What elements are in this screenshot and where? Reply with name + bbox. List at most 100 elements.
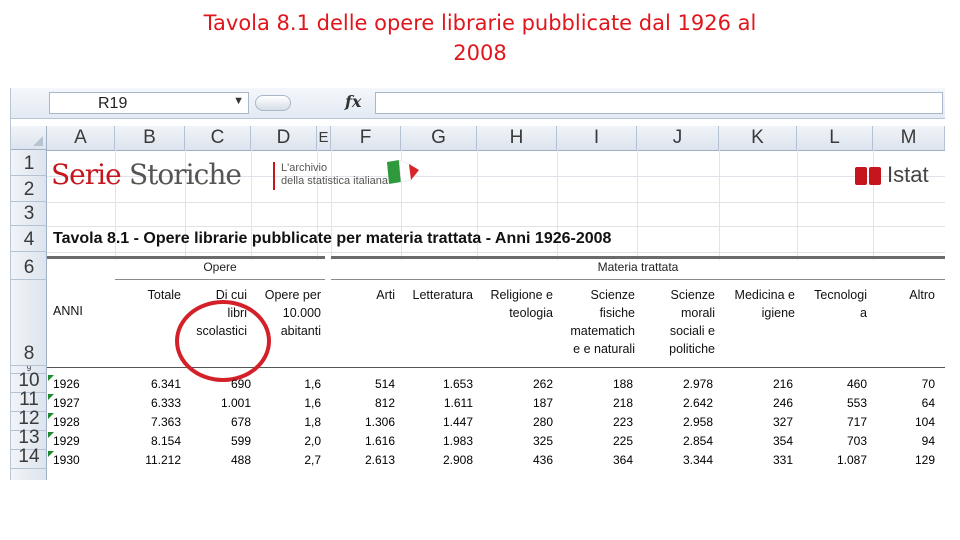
cell-totale[interactable]: 11.212 xyxy=(115,451,181,469)
cell-totale[interactable]: 6.341 xyxy=(115,375,181,393)
cell-scolastici[interactable]: 678 xyxy=(185,413,251,431)
logo-subtitle-line1: L'archivio xyxy=(281,162,328,174)
formula-input[interactable] xyxy=(375,92,943,114)
cell-per-abitanti[interactable]: 2,7 xyxy=(251,451,321,469)
column-header-k[interactable]: K xyxy=(719,126,797,150)
column-header-j[interactable]: J xyxy=(637,126,719,150)
cell-year[interactable]: 1928 xyxy=(53,413,80,431)
cell-per-abitanti[interactable]: 1,6 xyxy=(251,375,321,393)
row-header-14[interactable]: 14 xyxy=(11,446,47,469)
cell-tecnologia[interactable]: 460 xyxy=(797,375,867,393)
cell-scolastici[interactable]: 599 xyxy=(185,432,251,450)
column-header-c[interactable]: C xyxy=(185,126,251,150)
cell-year[interactable]: 1926 xyxy=(53,375,80,393)
cell-per-abitanti[interactable]: 1,8 xyxy=(251,413,321,431)
logo-subtitle: L'archivio della statistica italiana xyxy=(281,162,388,188)
column-header-e[interactable]: E xyxy=(317,126,331,150)
cell-religione[interactable]: 187 xyxy=(477,394,553,412)
cell-tecnologia[interactable]: 717 xyxy=(797,413,867,431)
materia-group-label: Materia trattata xyxy=(597,260,679,274)
cell-scolastici[interactable]: 1.001 xyxy=(185,394,251,412)
cell-medicina[interactable]: 327 xyxy=(719,413,793,431)
cell-fisiche[interactable]: 188 xyxy=(557,375,633,393)
row-header-8[interactable]: 8 xyxy=(11,280,47,366)
cell-religione[interactable]: 436 xyxy=(477,451,553,469)
cell-medicina[interactable]: 246 xyxy=(719,394,793,412)
cell-tecnologia[interactable]: 703 xyxy=(797,432,867,450)
header-religione: Religione e teologia xyxy=(490,288,553,320)
cell-per-abitanti[interactable]: 1,6 xyxy=(251,394,321,412)
cell-religione[interactable]: 280 xyxy=(477,413,553,431)
logo-serie-text: Serie xyxy=(51,158,122,191)
cell-medicina[interactable]: 354 xyxy=(719,432,793,450)
cell-letteratura[interactable]: 1.447 xyxy=(401,413,473,431)
select-all-corner[interactable] xyxy=(11,126,47,150)
cell-totale[interactable]: 6.333 xyxy=(115,394,181,412)
cell-per-abitanti[interactable]: 2,0 xyxy=(251,432,321,450)
name-box[interactable]: R19 ▼ xyxy=(49,92,249,114)
cell-morali[interactable]: 2.978 xyxy=(637,375,713,393)
column-header-h[interactable]: H xyxy=(477,126,557,150)
cell-scolastici[interactable]: 488 xyxy=(185,451,251,469)
cell-fisiche[interactable]: 218 xyxy=(557,394,633,412)
cell-altro[interactable]: 70 xyxy=(873,375,935,393)
cell-altro[interactable]: 64 xyxy=(873,394,935,412)
cell-altro[interactable]: 94 xyxy=(873,432,935,450)
cell-fisiche[interactable]: 364 xyxy=(557,451,633,469)
cell-religione[interactable]: 325 xyxy=(477,432,553,450)
cell-arti[interactable]: 2.613 xyxy=(331,451,395,469)
insert-function-icon[interactable]: fx xyxy=(345,92,361,111)
row-header-6[interactable]: 6 xyxy=(11,252,47,280)
row-header-4[interactable]: 4 xyxy=(11,226,47,252)
cell-tecnologia[interactable]: 553 xyxy=(797,394,867,412)
cell-tecnologia[interactable]: 1.087 xyxy=(797,451,867,469)
cell-arti[interactable]: 1.616 xyxy=(331,432,395,450)
cell-morali[interactable]: 2.642 xyxy=(637,394,713,412)
cell-totale[interactable]: 7.363 xyxy=(115,413,181,431)
row-header-column: 1 2 3 4 6 8 9 10 11 12 13 14 xyxy=(11,150,47,480)
cell-arti[interactable]: 1.306 xyxy=(331,413,395,431)
header-scienze-morali: Scienze morali sociali e politiche xyxy=(669,288,715,356)
cell-scolastici[interactable]: 690 xyxy=(185,375,251,393)
row-header-3[interactable]: 3 xyxy=(11,202,47,226)
row-header-2[interactable]: 2 xyxy=(11,176,47,202)
row-header-1[interactable]: 1 xyxy=(11,150,47,176)
cell-arti[interactable]: 812 xyxy=(331,394,395,412)
formula-bar-toggle-button[interactable] xyxy=(255,95,291,111)
logo-storiche-text: Storiche xyxy=(129,158,242,191)
opere-group-label: Opere xyxy=(203,260,237,274)
cell-letteratura[interactable]: 1.611 xyxy=(401,394,473,412)
select-all-icon xyxy=(33,136,43,146)
column-header-f[interactable]: F xyxy=(331,126,401,150)
slide-title-line1: Tavola 8.1 delle opere librarie pubblica… xyxy=(203,11,757,35)
dropdown-arrow-icon[interactable]: ▼ xyxy=(233,95,244,107)
column-header-d[interactable]: D xyxy=(251,126,317,150)
cell-morali[interactable]: 3.344 xyxy=(637,451,713,469)
cell-altro[interactable]: 104 xyxy=(873,413,935,431)
column-header-a[interactable]: A xyxy=(47,126,115,150)
header-scienze-fisiche: Scienze fisiche matematich e e naturali xyxy=(570,288,635,356)
cell-year[interactable]: 1930 xyxy=(53,451,80,469)
cell-fisiche[interactable]: 225 xyxy=(557,432,633,450)
cell-fisiche[interactable]: 223 xyxy=(557,413,633,431)
cell-totale[interactable]: 8.154 xyxy=(115,432,181,450)
cell-arti[interactable]: 514 xyxy=(331,375,395,393)
cell-medicina[interactable]: 216 xyxy=(719,375,793,393)
cell-year[interactable]: 1927 xyxy=(53,394,80,412)
cell-medicina[interactable]: 331 xyxy=(719,451,793,469)
cell-religione[interactable]: 262 xyxy=(477,375,553,393)
slide-title-line2: 2008 xyxy=(453,41,507,65)
cell-year[interactable]: 1929 xyxy=(53,432,80,450)
cell-altro[interactable]: 129 xyxy=(873,451,935,469)
cell-morali[interactable]: 2.854 xyxy=(637,432,713,450)
column-header-m[interactable]: M xyxy=(873,126,945,150)
istat-logo-text: Istat xyxy=(887,162,929,187)
cell-morali[interactable]: 2.958 xyxy=(637,413,713,431)
column-header-b[interactable]: B xyxy=(115,126,185,150)
column-header-l[interactable]: L xyxy=(797,126,873,150)
column-header-i[interactable]: I xyxy=(557,126,637,150)
column-header-g[interactable]: G xyxy=(401,126,477,150)
cell-letteratura[interactable]: 2.908 xyxy=(401,451,473,469)
cell-letteratura[interactable]: 1.983 xyxy=(401,432,473,450)
cell-letteratura[interactable]: 1.653 xyxy=(401,375,473,393)
